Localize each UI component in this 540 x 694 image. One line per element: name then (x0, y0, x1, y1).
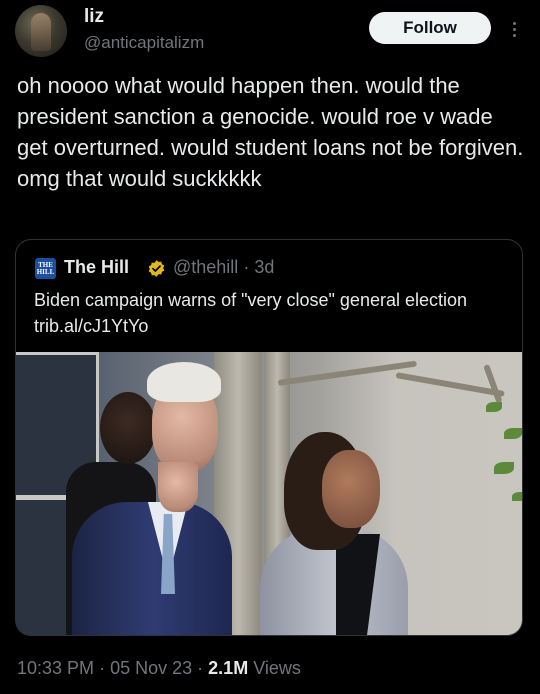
views-label[interactable]: Views (253, 658, 301, 678)
more-options-icon[interactable] (506, 16, 522, 42)
tweet-date[interactable]: 05 Nov 23 (110, 658, 192, 678)
user-handle[interactable]: @anticapitalizm (84, 33, 204, 53)
photo-suit (72, 502, 232, 635)
quote-meta: @thehill · 3d (173, 257, 274, 278)
photo-neck (158, 462, 198, 512)
logo-text: THE HILL (36, 260, 55, 276)
quote-text: Biden campaign warns of "very close" gen… (34, 290, 468, 336)
tweet-footer: 10:33 PM · 05 Nov 23 · 2.1M Views (17, 658, 301, 679)
photo-leaf (486, 402, 502, 412)
tweet-text: oh noooo what would happen then. would t… (17, 73, 524, 191)
photo-leaf (504, 428, 522, 439)
quote-display-name[interactable]: The Hill (64, 257, 129, 278)
verified-badge-icon (148, 260, 165, 277)
quote-age[interactable]: 3d (254, 257, 274, 277)
footer-separator: · (99, 658, 106, 678)
views-count[interactable]: 2.1M (208, 658, 248, 678)
photo-person-background-head (100, 392, 156, 464)
tweet-time[interactable]: 10:33 PM (17, 658, 94, 678)
display-name[interactable]: liz (84, 6, 104, 28)
quote-separator: · (243, 257, 250, 277)
footer-separator: · (197, 658, 204, 678)
quote-photo[interactable] (16, 352, 522, 635)
follow-button[interactable]: Follow (369, 12, 491, 44)
photo-hair (147, 362, 221, 402)
the-hill-logo[interactable]: THE HILL (35, 258, 56, 279)
photo-leaf (512, 492, 522, 501)
photo-leaf (494, 462, 514, 474)
avatar[interactable] (15, 5, 67, 57)
photo-face-woman (322, 450, 380, 528)
quoted-tweet[interactable]: THE HILL The Hill @thehill · 3d Biden ca… (15, 239, 523, 636)
avatar-figure (31, 13, 51, 51)
photo-branch (483, 363, 503, 404)
quote-handle[interactable]: @thehill (173, 257, 238, 277)
